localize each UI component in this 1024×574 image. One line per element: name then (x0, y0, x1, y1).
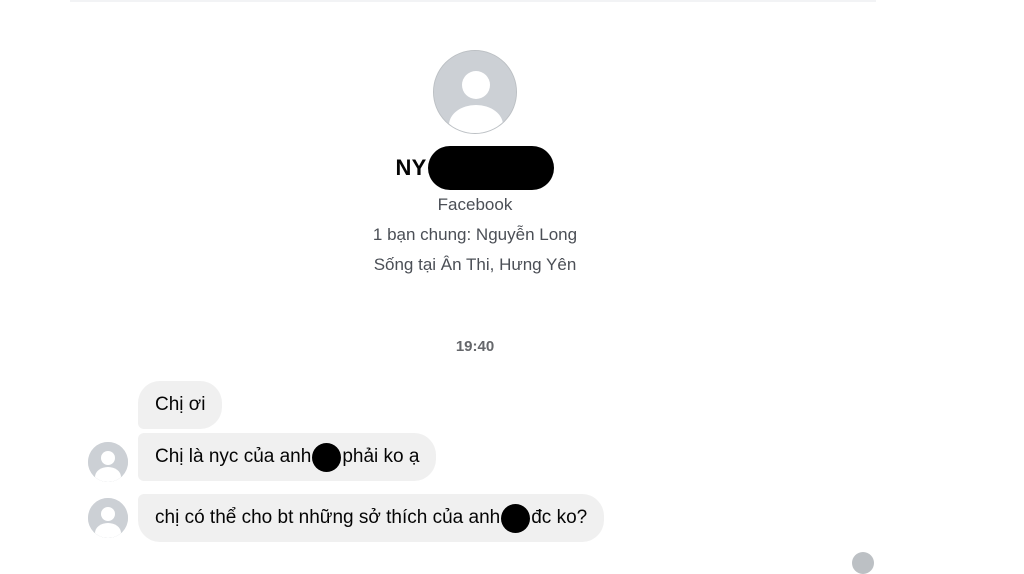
sender-avatar-icon[interactable] (88, 498, 128, 538)
message-row: chị có thể cho bt những sở thích của anh… (88, 494, 605, 542)
message-text: Chị ơi (155, 394, 206, 415)
message-bubble[interactable]: chị có thể cho bt những sở thích của anh… (138, 494, 605, 542)
profile-name[interactable]: NY (396, 155, 427, 181)
message-row: Chị là nyc của anh phải ko ạ (88, 433, 437, 481)
message-row: Chị ơi (88, 381, 223, 429)
avatar-spacer (88, 385, 128, 425)
name-redaction-dot (501, 503, 531, 533)
message-text: Chị là nyc của anh (155, 446, 312, 467)
avatar-slot (88, 498, 128, 538)
name-redaction (428, 146, 555, 190)
message-text: chị có thể cho bt những sở thích của anh (155, 507, 501, 528)
message-timestamp: 19:40 (455, 338, 495, 355)
message-bubble[interactable]: Chị ơi (138, 381, 223, 429)
profile-mutual-friends[interactable]: 1 bạn chung: Nguyễn Long (373, 224, 577, 246)
name-redaction-dot (312, 442, 342, 472)
seen-indicator-icon (852, 552, 874, 574)
message-text: phải ko ạ (342, 446, 420, 467)
profile-location: Sống tại Ân Thi, Hưng Yên (373, 255, 577, 274)
profile-source: Facebook (437, 195, 513, 214)
top-divider (70, 0, 876, 2)
profile-avatar-icon[interactable] (433, 50, 517, 134)
profile-name-row: NY (396, 146, 555, 190)
message-text: đc ko? (531, 507, 588, 528)
profile-header: NY Facebook 1 bạn chung: Nguyễn Long Sốn… (0, 50, 950, 276)
sender-avatar-icon[interactable] (88, 442, 128, 482)
message-bubble[interactable]: Chị là nyc của anh phải ko ạ (138, 433, 437, 481)
